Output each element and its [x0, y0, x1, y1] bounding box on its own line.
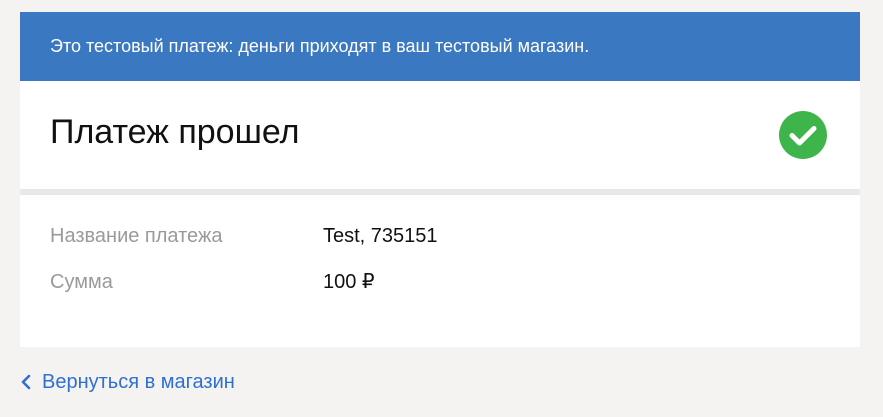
back-to-shop-link[interactable]: Вернуться в магазин [20, 369, 235, 395]
amount-label: Сумма [50, 271, 113, 293]
payment-status-card: Платеж прошел [20, 81, 860, 189]
amount-value: 100 ₽ [323, 271, 375, 293]
test-mode-banner: Это тестовый платеж: деньги приходят в в… [20, 12, 860, 81]
detail-row-payment-name: Название платежа Test, 735151 [20, 223, 860, 249]
back-to-shop-label: Вернуться в магазин [42, 370, 235, 393]
chevron-left-icon [21, 374, 31, 390]
page-title: Платеж прошел [50, 113, 300, 151]
detail-row-amount: Сумма 100 ₽ [20, 269, 860, 295]
test-mode-banner-text: Это тестовый платеж: деньги приходят в в… [50, 36, 590, 56]
payment-name-label: Название платежа [50, 225, 223, 247]
check-circle-icon [779, 111, 827, 159]
payment-name-value: Test, 735151 [323, 225, 438, 247]
payment-details-card: Название платежа Test, 735151 Сумма 100 … [20, 195, 860, 347]
